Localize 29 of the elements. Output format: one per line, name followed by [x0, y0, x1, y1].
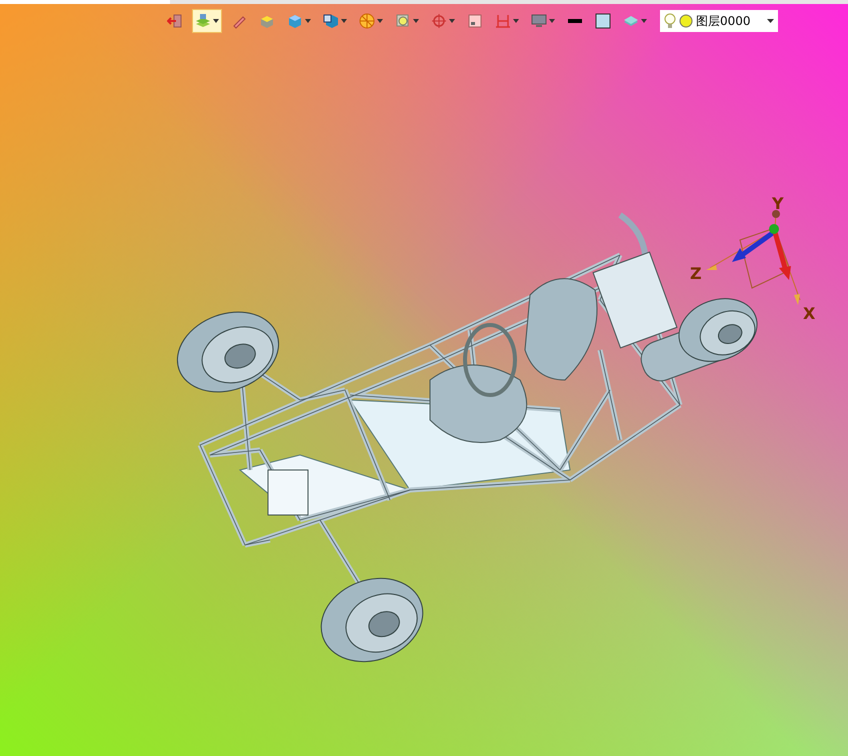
caret-icon [513, 19, 519, 23]
layer-stack-icon [623, 13, 639, 29]
caret-icon [305, 19, 311, 23]
caret-icon [767, 19, 774, 23]
target-icon [431, 13, 447, 29]
box-face-icon [259, 13, 275, 29]
layer-dropdown[interactable]: 图层0000 [660, 10, 778, 32]
frame-icon [467, 13, 483, 29]
caret-icon [549, 19, 555, 23]
caret-icon [449, 19, 455, 23]
caret-icon [413, 19, 419, 23]
cube-icon [287, 13, 303, 29]
axis-label: X [803, 306, 816, 322]
monitor-icon [531, 13, 547, 29]
circle-icon [679, 14, 693, 28]
caret-icon [377, 19, 383, 23]
axis-label: Z [690, 266, 702, 282]
cube-view-icon [323, 13, 339, 29]
fill-color-icon [595, 13, 611, 29]
axis-label: Y [772, 196, 784, 212]
caret-icon [641, 19, 647, 23]
sphere-icon [359, 13, 375, 29]
dimension-icon [495, 13, 511, 29]
caret-icon [213, 19, 219, 23]
lightbulb-icon [664, 13, 676, 29]
exit-icon [167, 13, 183, 29]
caret-icon [341, 19, 347, 23]
layer-display-icon [195, 13, 211, 29]
zoom-icon [395, 13, 411, 29]
